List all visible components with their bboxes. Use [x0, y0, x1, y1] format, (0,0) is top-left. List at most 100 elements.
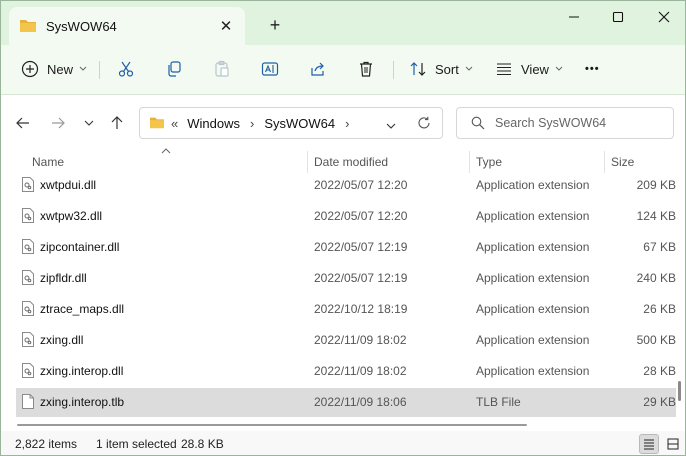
file-size: 209 KB — [636, 178, 676, 192]
vertical-scrollbar[interactable] — [677, 173, 685, 423]
back-button[interactable] — [11, 111, 35, 135]
search-box[interactable] — [456, 107, 674, 139]
column-date-modified[interactable]: Date modified — [314, 151, 388, 173]
file-type: TLB File — [476, 395, 521, 409]
address-history-button[interactable] — [386, 119, 396, 133]
sort-button[interactable]: Sort — [409, 55, 473, 83]
status-bar: 2,822 items 1 item selected 28.8 KB — [1, 431, 685, 455]
search-input[interactable] — [495, 116, 665, 130]
rename-button[interactable] — [261, 55, 279, 83]
file-date: 2022/05/07 12:19 — [314, 271, 408, 285]
tiles-view-icon — [667, 438, 679, 450]
column-divider[interactable] — [469, 151, 470, 173]
dll-file-icon — [22, 332, 34, 350]
file-row[interactable]: ztrace_maps.dll 2022/10/12 18:19 Applica… — [16, 295, 676, 324]
navigation-bar: « Windows › SysWOW64 › — [1, 95, 685, 151]
file-type: Application extension — [476, 271, 590, 285]
file-date: 2022/05/07 12:20 — [314, 178, 408, 192]
file-icon — [22, 394, 34, 412]
close-icon — [658, 11, 670, 23]
minimize-icon — [569, 16, 579, 18]
new-tab-button[interactable]: + — [263, 13, 287, 37]
breadcrumb-separator[interactable]: › — [345, 116, 349, 131]
vertical-scroll-thumb[interactable] — [678, 381, 681, 401]
details-view-icon — [644, 439, 654, 450]
view-button[interactable]: View — [495, 55, 563, 83]
column-size[interactable]: Size — [611, 151, 634, 173]
dll-file-icon — [22, 208, 34, 226]
add-circle-icon — [21, 60, 39, 78]
file-date: 2022/11/09 18:02 — [314, 364, 407, 378]
breadcrumb-syswow64[interactable]: SysWOW64 — [264, 116, 335, 131]
file-date: 2022/05/07 12:19 — [314, 240, 408, 254]
file-row[interactable]: zipcontainer.dll 2022/05/07 12:19 Applic… — [16, 233, 676, 262]
cut-button[interactable] — [117, 55, 135, 83]
file-row[interactable]: zxing.interop.dll 2022/11/09 18:02 Appli… — [16, 357, 676, 386]
column-divider[interactable] — [604, 151, 605, 173]
file-type: Application extension — [476, 240, 590, 254]
more-options-button[interactable]: ••• — [585, 55, 600, 83]
command-bar: New Sort View ••• — [1, 45, 685, 95]
file-date: 2022/11/09 18:02 — [314, 333, 407, 347]
tab-syswow64[interactable]: SysWOW64 ✕ — [9, 7, 245, 45]
horizontal-scroll-thumb[interactable] — [17, 424, 527, 426]
dll-file-icon — [22, 301, 34, 319]
arrow-left-icon — [16, 117, 29, 129]
share-button[interactable] — [309, 55, 327, 83]
share-icon — [311, 62, 324, 76]
maximize-icon — [612, 11, 624, 23]
file-size: 67 KB — [643, 240, 676, 254]
selection-count: 1 item selected — [96, 437, 177, 451]
file-name: zxing.interop.tlb — [40, 395, 125, 409]
recent-locations-button[interactable] — [77, 111, 101, 135]
maximize-button[interactable] — [595, 1, 641, 33]
tiles-view-button[interactable] — [663, 434, 683, 454]
close-window-button[interactable] — [641, 1, 685, 33]
file-name: ztrace_maps.dll — [40, 302, 125, 316]
file-row[interactable]: zipfldr.dll 2022/05/07 12:19 Application… — [16, 264, 676, 293]
copy-button[interactable] — [165, 55, 183, 83]
minimize-button[interactable] — [551, 1, 597, 33]
view-label: View — [521, 61, 549, 77]
trash-icon — [360, 61, 372, 77]
file-name: xwtpdui.dll — [40, 178, 97, 192]
breadcrumb-separator[interactable]: › — [250, 116, 254, 131]
file-row[interactable]: xwtpdui.dll 2022/05/07 12:20 Application… — [16, 173, 676, 200]
new-label: New — [47, 61, 74, 77]
chevron-down-icon — [555, 66, 563, 71]
details-view-button[interactable] — [639, 434, 659, 454]
file-type: Application extension — [476, 178, 590, 192]
dll-file-icon — [22, 177, 34, 195]
file-size: 28 KB — [643, 364, 676, 378]
file-size: 124 KB — [636, 209, 676, 223]
copy-icon — [168, 61, 181, 77]
close-tab-icon[interactable]: ✕ — [215, 15, 237, 37]
column-divider[interactable] — [307, 151, 308, 173]
breadcrumb-overflow[interactable]: « — [171, 116, 178, 131]
column-name[interactable]: Name — [32, 151, 64, 173]
address-bar[interactable]: « Windows › SysWOW64 › — [139, 107, 443, 139]
file-row[interactable]: zxing.dll 2022/11/09 18:02 Application e… — [16, 326, 676, 355]
dll-file-icon — [22, 239, 34, 257]
refresh-button[interactable] — [416, 115, 432, 134]
delete-button[interactable] — [357, 55, 375, 83]
file-size: 500 KB — [636, 333, 676, 347]
forward-button[interactable] — [46, 111, 70, 135]
file-name: zxing.dll — [40, 333, 84, 347]
file-name: zxing.interop.dll — [40, 364, 124, 378]
file-type: Application extension — [476, 333, 590, 347]
file-row-selected[interactable]: zxing.interop.tlb 2022/11/09 18:06 TLB F… — [16, 388, 676, 417]
new-button[interactable]: New — [21, 55, 87, 83]
file-list: xwtpdui.dll 2022/05/07 12:20 Application… — [1, 173, 677, 421]
file-date: 2022/05/07 12:20 — [314, 209, 408, 223]
search-icon — [471, 116, 485, 130]
breadcrumb-windows[interactable]: Windows — [187, 116, 240, 131]
dll-file-icon — [22, 270, 34, 288]
file-row[interactable]: xwtpw32.dll 2022/05/07 12:20 Application… — [16, 202, 676, 231]
up-button[interactable] — [105, 111, 129, 135]
paste-button[interactable] — [213, 55, 231, 83]
paste-icon — [215, 60, 229, 77]
file-explorer-window: SysWOW64 ✕ + New Sort View ••• « Windows… — [0, 0, 686, 456]
column-type[interactable]: Type — [476, 151, 502, 173]
horizontal-scrollbar[interactable] — [15, 421, 675, 429]
